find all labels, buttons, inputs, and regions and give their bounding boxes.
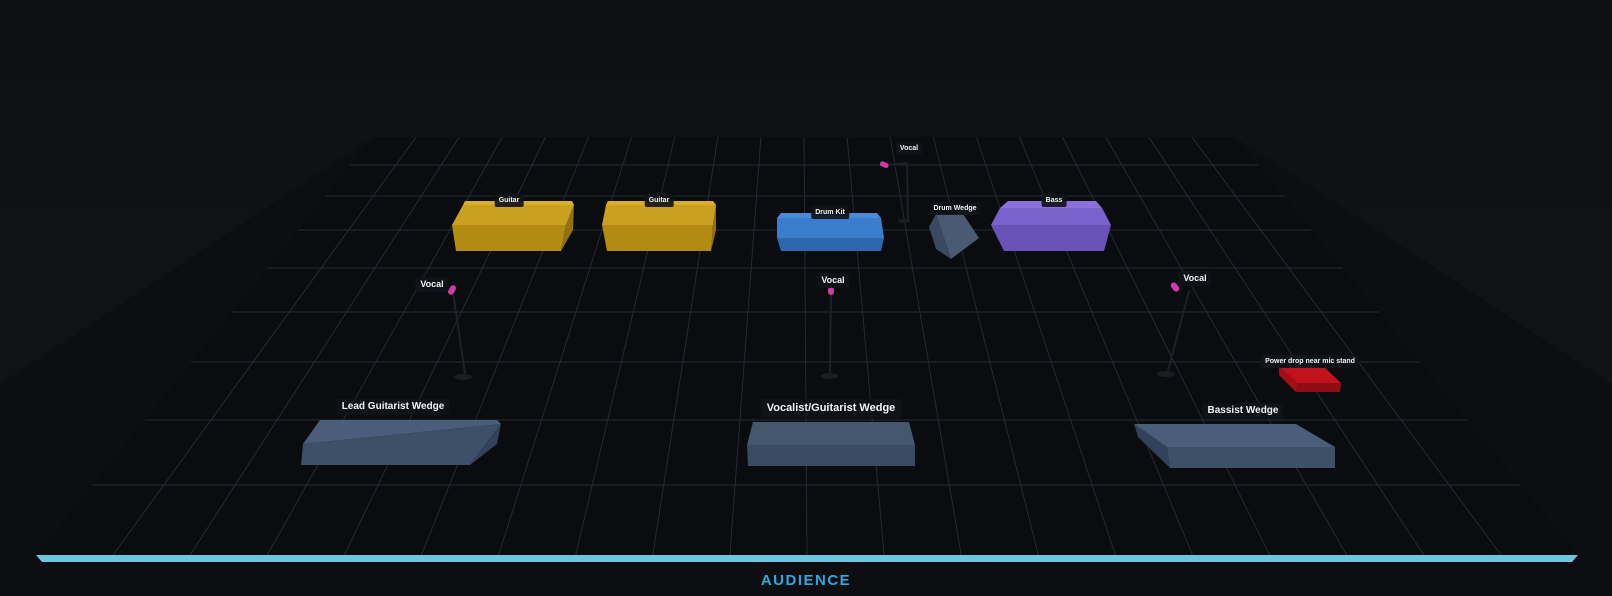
drum-kit-label: Drum Kit	[811, 206, 849, 219]
guitar-amp-left[interactable]	[452, 201, 574, 251]
vocal-mic-left-label: Vocal	[415, 277, 449, 292]
vocalist-guitarist-wedge[interactable]	[747, 422, 915, 466]
power-drop-label: Power drop near mic stand	[1261, 355, 1359, 368]
bassist-wedge-label: Bassist Wedge	[1202, 403, 1284, 419]
microphone-icon	[828, 287, 834, 295]
audience-label: AUDIENCE	[760, 572, 852, 589]
audience-edge	[36, 555, 1578, 562]
guitar-amp-right-label: Guitar	[644, 194, 674, 207]
bass-amp[interactable]	[991, 201, 1111, 251]
lead-guitarist-wedge[interactable]	[301, 420, 501, 465]
vocal-mic-right-label: Vocal	[1178, 271, 1212, 286]
vocal-mic-center-label: Vocal	[816, 273, 850, 288]
vocalist-guitarist-wedge-label: Vocalist/Guitarist Wedge	[760, 399, 902, 418]
guitar-amp-left-label: Guitar	[494, 194, 524, 207]
bassist-wedge[interactable]	[1134, 424, 1335, 468]
drum-mic-label: Vocal	[895, 142, 923, 155]
bass-amp-label: Bass	[1041, 194, 1067, 207]
stage-scene	[0, 0, 1612, 596]
drum-wedge-label: Drum Wedge	[929, 202, 981, 215]
lead-guitarist-wedge-label: Lead Guitarist Wedge	[336, 399, 450, 415]
guitar-amp-right[interactable]	[602, 201, 716, 251]
